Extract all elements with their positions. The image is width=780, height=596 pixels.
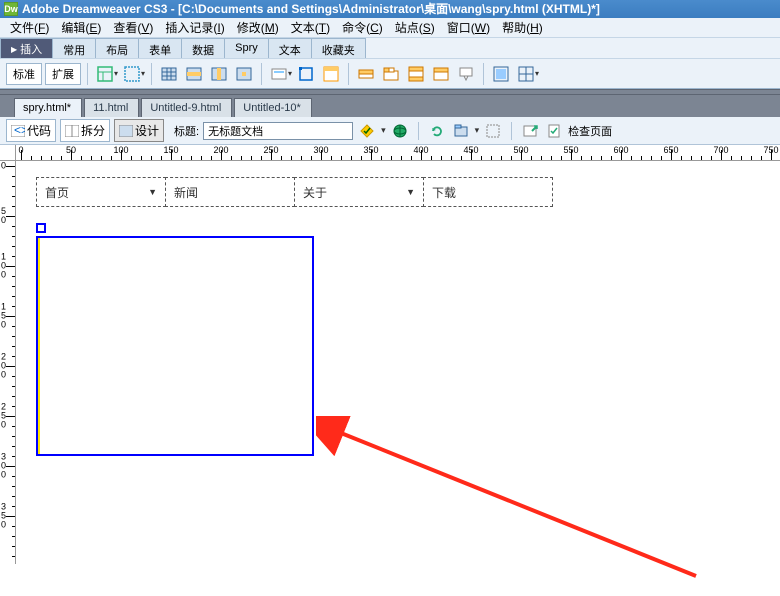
design-canvas[interactable]: 首页▼新闻关于▼下载 — [16, 161, 780, 564]
menu-item-h[interactable]: 帮助(H) — [496, 17, 549, 38]
document-tabs: spry.html*11.htmlUntitled-9.htmlUntitled… — [0, 95, 780, 117]
document-tab-2[interactable]: Untitled-9.html — [141, 98, 232, 117]
split-view-button[interactable]: 拆分 — [60, 119, 110, 142]
menu-item-m[interactable]: 修改(M) — [231, 17, 285, 38]
title-bar: Dw Adobe Dreamweaver CS3 - [C:\Documents… — [0, 0, 780, 18]
separator — [87, 63, 88, 85]
widget-handle[interactable] — [36, 223, 46, 233]
spry-collapsible-icon[interactable] — [430, 63, 452, 85]
spry-tabbed-icon[interactable] — [380, 63, 402, 85]
chevron-down-icon[interactable]: ▾ — [535, 69, 539, 78]
separator — [348, 63, 349, 85]
menu-item-w[interactable]: 窗口(W) — [441, 17, 496, 38]
spry-menubar-icon[interactable] — [355, 63, 377, 85]
separator — [418, 122, 419, 140]
title-label: 标题: — [174, 123, 199, 139]
app-logo: Dw — [4, 2, 18, 16]
chevron-down-icon[interactable]: ▾ — [114, 69, 118, 78]
insert-toolbar: 标准 扩展 ▾ ▾ ▾ ▾ — [0, 58, 780, 88]
validate-icon[interactable] — [357, 121, 377, 141]
separator — [511, 122, 512, 140]
ruler-corner — [0, 145, 16, 161]
spry-panel-icon[interactable] — [320, 63, 342, 85]
layout-icon[interactable] — [94, 63, 116, 85]
code-view-button[interactable]: <>代码 — [6, 119, 56, 142]
menu-item-i[interactable]: 插入记录(I) — [159, 17, 230, 38]
insert-bar: ▶插入常用布局表单数据Spry文本收藏夹 标准 扩展 ▾ ▾ ▾ ▾ — [0, 38, 780, 89]
document-tab-3[interactable]: Untitled-10* — [234, 98, 311, 117]
expand-button[interactable]: 扩展 — [45, 63, 81, 85]
title-input[interactable] — [203, 122, 353, 140]
insert-tab-7[interactable]: 收藏夹 — [311, 38, 366, 58]
div-icon[interactable] — [121, 63, 143, 85]
chevron-down-icon[interactable]: ▾ — [475, 125, 480, 136]
insert-tab-3[interactable]: 表单 — [138, 38, 182, 58]
chevron-down-icon[interactable]: ▾ — [288, 69, 292, 78]
menu-item-s[interactable]: 站点(S) — [389, 17, 441, 38]
spry-menu-item-2[interactable]: 关于▼ — [294, 177, 424, 207]
check-page-label[interactable]: 检查页面 — [568, 123, 612, 139]
annotation-arrow — [316, 416, 716, 596]
document-tab-0[interactable]: spry.html* — [14, 98, 82, 117]
chevron-down-icon[interactable]: ▾ — [381, 125, 386, 136]
horizontal-ruler: 0501001502002503003504004505005506006507… — [16, 145, 780, 161]
spry-menu-bar[interactable]: 首页▼新闻关于▼下载 — [36, 177, 552, 207]
spry-tabbed-panel[interactable] — [36, 236, 314, 456]
table-cell-icon[interactable] — [233, 63, 255, 85]
menu-bar: 文件(F)编辑(E)查看(V)插入记录(I)修改(M)文本(T)命令(C)站点(… — [0, 18, 780, 38]
insert-tab-1[interactable]: 常用 — [52, 38, 96, 58]
refresh-icon[interactable] — [427, 121, 447, 141]
insert-tab-4[interactable]: 数据 — [181, 38, 225, 58]
canvas-area: 0501001502002503003504004505005506006507… — [0, 145, 780, 564]
check-page-icon[interactable] — [544, 121, 564, 141]
ap-div-icon[interactable] — [295, 63, 317, 85]
separator — [151, 63, 152, 85]
insert-tab-5[interactable]: Spry — [224, 38, 269, 58]
insert-tab-6[interactable]: 文本 — [268, 38, 312, 58]
selection-edge — [38, 238, 40, 454]
design-view-button[interactable]: 设计 — [114, 119, 164, 142]
frames-icon[interactable] — [515, 63, 537, 85]
iframe-icon[interactable] — [490, 63, 512, 85]
spry-menu-item-1[interactable]: 新闻 — [165, 177, 295, 207]
separator — [261, 63, 262, 85]
svg-text:<>: <> — [14, 125, 25, 137]
standard-button[interactable]: 标准 — [6, 63, 42, 85]
spry-accordion-icon[interactable] — [405, 63, 427, 85]
browser-preview-icon[interactable] — [390, 121, 410, 141]
chevron-down-icon: ▼ — [148, 187, 157, 197]
insert-tab-0[interactable]: ▶插入 — [0, 38, 53, 58]
table-insert-icon[interactable] — [158, 63, 180, 85]
table-col-icon[interactable] — [208, 63, 230, 85]
menu-item-v[interactable]: 查看(V) — [107, 17, 159, 38]
spry-menu-item-0[interactable]: 首页▼ — [36, 177, 166, 207]
separator — [483, 63, 484, 85]
menu-item-e[interactable]: 编辑(E) — [55, 17, 107, 38]
vertical-ruler: 050100150200250300350 — [0, 161, 16, 564]
table-row-icon[interactable] — [183, 63, 205, 85]
document-tab-1[interactable]: 11.html — [84, 98, 139, 117]
browser-check-icon[interactable] — [520, 121, 540, 141]
form-icon[interactable] — [268, 63, 290, 85]
insert-tabs: ▶插入常用布局表单数据Spry文本收藏夹 — [0, 38, 780, 58]
spry-menu-item-3[interactable]: 下载 — [423, 177, 553, 207]
title-text: Adobe Dreamweaver CS3 - [C:\Documents an… — [22, 0, 600, 18]
insert-tab-2[interactable]: 布局 — [95, 38, 139, 58]
visual-aids-icon[interactable] — [483, 121, 503, 141]
menu-item-c[interactable]: 命令(C) — [336, 17, 389, 38]
menu-item-t[interactable]: 文本(T) — [285, 17, 336, 38]
spry-tooltip-icon[interactable] — [455, 63, 477, 85]
file-management-icon[interactable] — [451, 121, 471, 141]
chevron-down-icon: ▼ — [406, 187, 415, 197]
chevron-down-icon[interactable]: ▾ — [141, 69, 145, 78]
document-toolbar: <>代码 拆分 设计 标题: ▾ ▾ 检查页面 — [0, 117, 780, 145]
menu-item-f[interactable]: 文件(F) — [4, 17, 55, 38]
